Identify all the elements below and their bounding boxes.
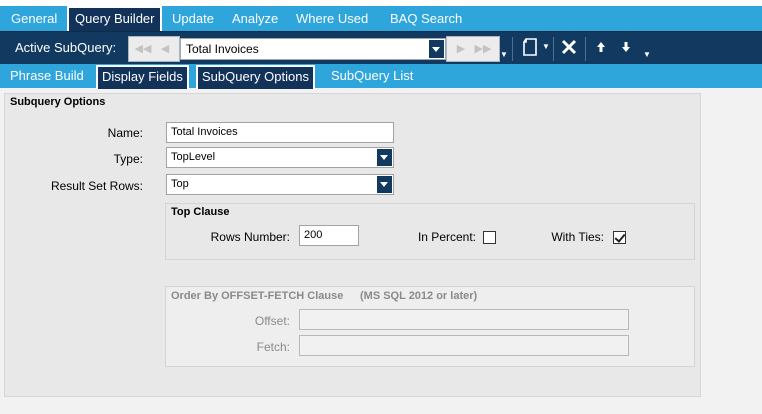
offset-fetch-title: Order By OFFSET-FETCH Clause (171, 290, 344, 302)
tab-display-fields[interactable]: Display Fields (96, 65, 189, 89)
subquery-options-panel: Subquery Options Name: Total Invoices Ty… (4, 93, 701, 397)
fetch-field[interactable] (299, 335, 629, 356)
offset-fetch-note: (MS SQL 2012 or later) (360, 290, 478, 302)
type-value: TopLevel (171, 151, 216, 163)
tab-subquery-list[interactable]: SubQuery List (331, 64, 413, 88)
result-set-rows-value: Top (171, 178, 189, 190)
previous-icon[interactable]: ◀ (156, 40, 174, 58)
tab-general[interactable]: General (11, 6, 57, 31)
delete-icon[interactable] (560, 39, 578, 57)
tab-update[interactable]: Update (172, 6, 214, 31)
in-percent-checkbox[interactable] (483, 231, 496, 244)
panel-title: Subquery Options (10, 96, 106, 108)
tab-baq-search[interactable]: BAQ Search (390, 6, 462, 31)
with-ties-checkbox[interactable] (613, 231, 626, 244)
tab-query-builder[interactable]: Query Builder (67, 6, 163, 31)
in-percent-label: In Percent: (417, 230, 476, 244)
next-icon[interactable]: ▶ (452, 40, 470, 58)
active-subquery-value: Total Invoices (186, 42, 259, 56)
with-ties-label: With Ties: (551, 230, 604, 244)
fetch-label: Fetch: (256, 340, 290, 354)
subquery-toolbar: Active SubQuery: ◀◀ ◀ Total Invoices ▶ ▶… (0, 31, 762, 64)
subquery-tab-bar: Phrase Build Display Fields SubQuery Opt… (0, 64, 762, 89)
chevron-down-icon[interactable] (429, 40, 444, 58)
active-subquery-select[interactable]: Total Invoices (180, 38, 446, 60)
overflow-arrow-icon[interactable]: ▼ (643, 50, 651, 59)
name-field[interactable]: Total Invoices (166, 122, 394, 143)
offset-field[interactable] (299, 309, 629, 330)
new-dropdown-icon[interactable]: ▼ (542, 42, 550, 51)
nav-back-group: ◀◀ ◀ (128, 36, 180, 62)
name-label: Name: (107, 126, 143, 140)
tab-phrase-build[interactable]: Phrase Build (10, 64, 84, 88)
first-icon[interactable]: ◀◀ (134, 40, 152, 58)
top-clause-title: Top Clause (171, 206, 230, 218)
tab-subquery-options[interactable]: SubQuery Options (196, 65, 315, 89)
top-clause-group: Top Clause Rows Number: 200 In Percent: … (165, 203, 695, 260)
overflow-arrow-icon[interactable]: ▼ (500, 50, 508, 59)
offset-label: Offset: (254, 314, 290, 328)
active-subquery-label: Active SubQuery: (15, 40, 117, 55)
rows-number-label: Rows Number: (210, 230, 290, 244)
result-set-rows-select[interactable]: Top (166, 174, 394, 195)
chevron-down-icon[interactable] (377, 176, 392, 193)
toolbar-separator (585, 37, 586, 61)
rows-number-field[interactable]: 200 (299, 225, 359, 246)
tab-where-used[interactable]: Where Used (296, 6, 368, 31)
type-select[interactable]: TopLevel (166, 147, 394, 168)
last-icon[interactable]: ▶▶ (474, 40, 492, 58)
main-tab-bar: General Query Builder Update Analyze Whe… (0, 6, 762, 31)
result-set-rows-label: Result Set Rows: (50, 179, 143, 193)
toolbar-separator (512, 37, 513, 61)
chevron-down-icon[interactable] (377, 149, 392, 166)
new-document-icon[interactable] (521, 38, 539, 58)
type-label: Type: (113, 152, 143, 166)
toolbar-separator (553, 37, 554, 61)
move-down-icon[interactable] (619, 40, 633, 54)
offset-fetch-group: Order By OFFSET-FETCH Clause (MS SQL 201… (165, 286, 695, 367)
move-up-icon[interactable] (594, 40, 608, 54)
tab-analyze[interactable]: Analyze (232, 6, 278, 31)
nav-forward-group: ▶ ▶▶ (446, 36, 500, 62)
